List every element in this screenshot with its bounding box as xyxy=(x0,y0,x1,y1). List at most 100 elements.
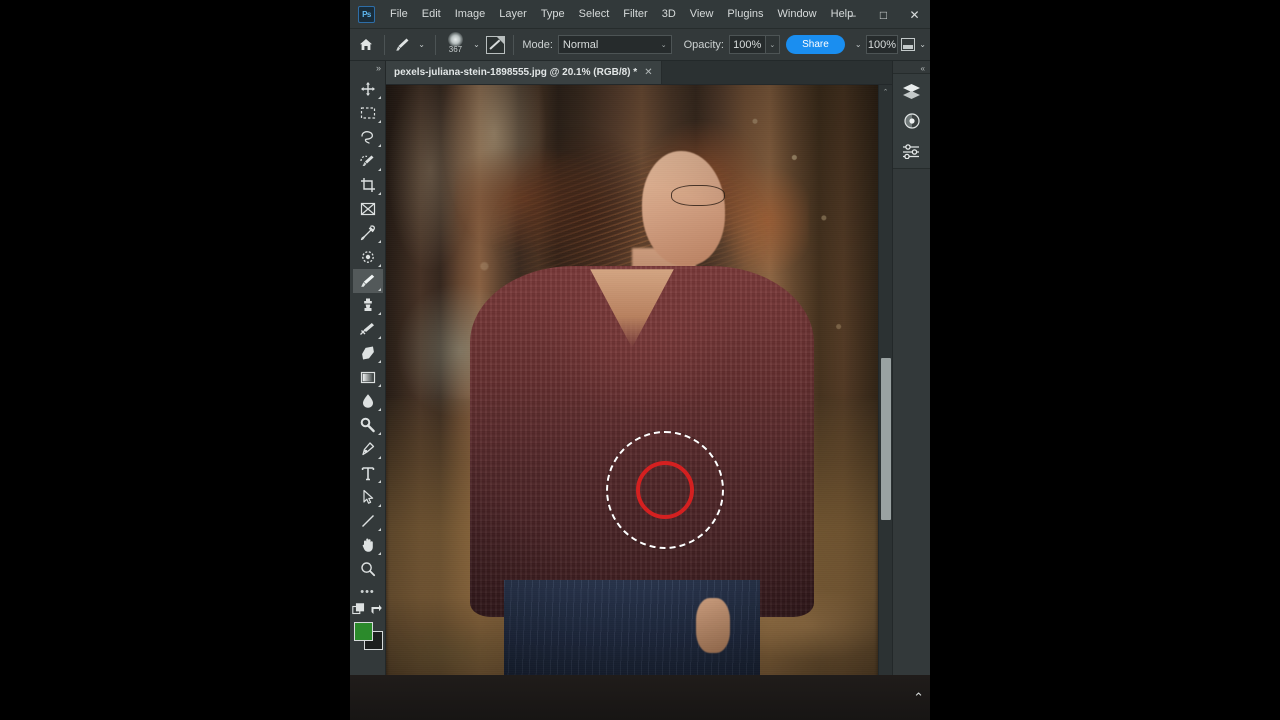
rectangular-marquee-tool[interactable] xyxy=(353,101,383,125)
zoom-tool[interactable] xyxy=(353,557,383,581)
clone-stamp-tool[interactable] xyxy=(353,293,383,317)
flow-input[interactable]: 100% xyxy=(865,35,899,54)
flow-dropdown-icon[interactable]: ⌄ xyxy=(851,40,866,49)
photo-subject xyxy=(386,85,878,689)
brush-tool[interactable] xyxy=(352,269,383,293)
gradient-tool[interactable] xyxy=(353,365,383,389)
dodge-tool[interactable] xyxy=(353,413,383,437)
eyedropper-tool[interactable] xyxy=(353,221,383,245)
vertical-scrollbar[interactable]: ⌃ ⌄ xyxy=(878,85,892,689)
brush-preset-dropdown-icon[interactable]: ⌄ xyxy=(469,40,484,49)
history-brush-tool[interactable] xyxy=(353,317,383,341)
workspace: » ••• pexels-juliana-stein-1898555.jpg @… xyxy=(350,61,930,720)
minimize-button[interactable]: – xyxy=(837,0,868,29)
blend-mode-value: Normal xyxy=(562,38,599,51)
document-tab[interactable]: pexels-juliana-stein-1898555.jpg @ 20.1%… xyxy=(386,61,662,84)
path-selection-tool[interactable] xyxy=(353,485,383,509)
quick-selection-tool[interactable] xyxy=(353,149,383,173)
brush-settings-panel-button[interactable] xyxy=(484,32,508,58)
frame-tool[interactable] xyxy=(353,197,383,221)
tools-expand-button[interactable]: » xyxy=(376,61,385,77)
flow-pressure-icon[interactable] xyxy=(901,38,916,51)
menu-3d[interactable]: 3D xyxy=(655,4,683,24)
close-button[interactable]: ✕ xyxy=(899,0,930,29)
blend-mode-select[interactable]: Normal ⌄ xyxy=(557,35,672,54)
tool-flyout-indicator xyxy=(377,360,381,363)
vertical-scroll-track[interactable] xyxy=(879,98,893,676)
edit-toolbar-button[interactable]: ••• xyxy=(360,581,375,601)
tool-flyout-indicator xyxy=(377,240,381,243)
tool-flyout-indicator xyxy=(377,456,381,459)
show-hidden-icons-icon[interactable]: ⌃ xyxy=(913,690,924,706)
panel-icon-group xyxy=(893,73,930,169)
brush-settings-icon xyxy=(486,35,506,54)
image-canvas[interactable] xyxy=(386,85,878,689)
tool-flyout-indicator xyxy=(377,336,381,339)
menu-image[interactable]: Image xyxy=(448,4,493,24)
opacity-label: Opacity: xyxy=(683,38,724,51)
tool-flyout-indicator xyxy=(377,144,381,147)
crop-tool[interactable] xyxy=(353,173,383,197)
move-tool[interactable] xyxy=(353,77,383,101)
tool-flyout-indicator xyxy=(377,288,381,291)
hand-tool[interactable] xyxy=(353,533,383,557)
menu-file[interactable]: File xyxy=(383,4,415,24)
brush-tool-dropdown-icon[interactable]: ⌄ xyxy=(414,40,429,49)
vertical-scroll-thumb[interactable] xyxy=(880,358,891,520)
home-icon[interactable] xyxy=(354,32,378,58)
maximize-button[interactable]: □ xyxy=(868,0,899,29)
document-area: pexels-juliana-stein-1898555.jpg @ 20.1%… xyxy=(386,61,892,720)
tool-flyout-indicator xyxy=(377,120,381,123)
menu-edit[interactable]: Edit xyxy=(415,4,448,24)
menu-window[interactable]: Window xyxy=(771,4,824,24)
share-button[interactable]: Share xyxy=(786,35,845,54)
tool-flyout-indicator xyxy=(377,96,381,99)
menu-view[interactable]: View xyxy=(683,4,721,24)
menu-plugins[interactable]: Plugins xyxy=(720,4,770,24)
opacity-dropdown-icon[interactable]: ⌄ xyxy=(765,35,781,54)
pen-tool[interactable] xyxy=(353,437,383,461)
brush-preset-picker[interactable]: 367 xyxy=(442,31,469,59)
collapse-panels-button[interactable]: « xyxy=(921,61,930,73)
type-tool[interactable] xyxy=(353,461,383,485)
chevron-down-icon: ⌄ xyxy=(660,41,667,49)
tool-mode-row xyxy=(352,603,383,616)
divider xyxy=(383,34,385,55)
photoshop-logo-icon: Ps xyxy=(358,5,375,23)
tools-panel: » ••• xyxy=(350,61,386,720)
document-tab-bar: pexels-juliana-stein-1898555.jpg @ 20.1%… xyxy=(386,61,892,85)
blur-tool[interactable] xyxy=(353,389,383,413)
quick-mask-icon[interactable] xyxy=(352,603,365,616)
foreground-color-swatch[interactable] xyxy=(353,622,373,641)
tool-flyout-indicator xyxy=(377,168,381,171)
menu-layer[interactable]: Layer xyxy=(492,4,534,24)
options-bar: ⌄ 367 ⌄ Mode: Normal ⌄ Opacity: 100% ⌄ S… xyxy=(350,29,930,61)
opacity-input[interactable]: 100% xyxy=(728,35,766,54)
close-icon[interactable]: ✕ xyxy=(644,67,652,78)
divider xyxy=(513,34,515,55)
smoothing-dropdown-icon[interactable]: ⌄ xyxy=(915,40,930,49)
letterbox-right xyxy=(930,0,1280,720)
scroll-up-icon[interactable]: ⌃ xyxy=(883,85,889,98)
layers-panel-icon[interactable] xyxy=(898,80,926,102)
adjustments-panel-icon[interactable] xyxy=(898,110,926,132)
photo-hand xyxy=(695,598,731,653)
photoshop-window: Ps File Edit Image Layer Type Select Fil… xyxy=(350,0,930,720)
photo-face xyxy=(641,151,726,267)
color-swatches[interactable] xyxy=(353,622,383,650)
properties-panel-icon[interactable] xyxy=(898,140,926,162)
menu-filter[interactable]: Filter xyxy=(616,4,654,24)
tool-flyout-indicator xyxy=(377,192,381,195)
menu-select[interactable]: Select xyxy=(572,4,617,24)
right-panel-dock: « xyxy=(892,61,930,720)
screen: Ps File Edit Image Layer Type Select Fil… xyxy=(0,0,1280,720)
spot-healing-brush-tool[interactable] xyxy=(353,245,383,269)
lasso-tool[interactable] xyxy=(353,125,383,149)
menu-type[interactable]: Type xyxy=(534,4,572,24)
eraser-tool[interactable] xyxy=(353,341,383,365)
line-tool[interactable] xyxy=(353,509,383,533)
tool-flyout-indicator xyxy=(377,408,381,411)
system-taskbar: ⌃ xyxy=(350,675,930,720)
screen-mode-icon[interactable] xyxy=(370,603,383,616)
brush-tool-icon[interactable] xyxy=(391,32,415,58)
